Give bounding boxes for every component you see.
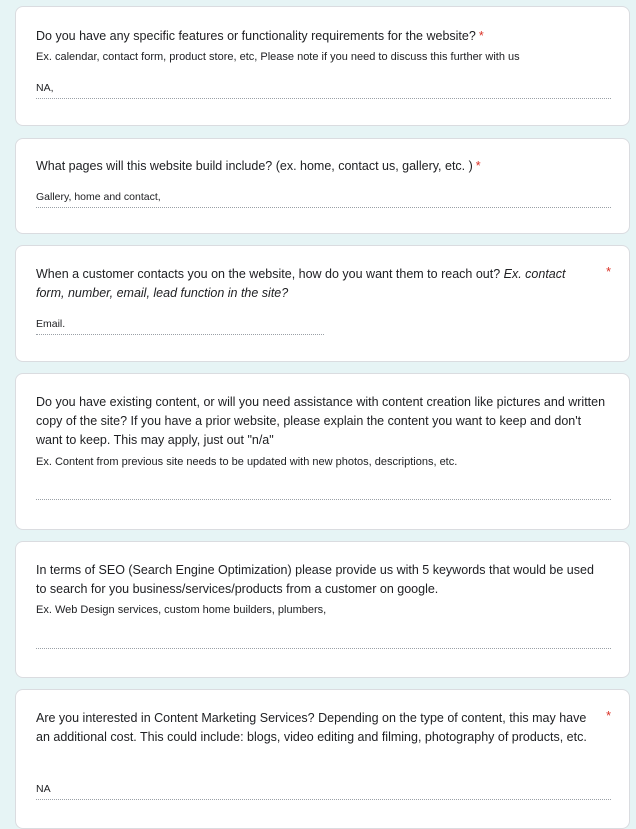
question-card-contact: When a customer contacts you on the webs… — [15, 245, 630, 362]
required-asterisk: * — [478, 29, 484, 43]
question-card-pages: What pages will this website build inclu… — [15, 138, 630, 234]
question-title: What pages will this website build inclu… — [36, 157, 596, 176]
question-title: In terms of SEO (Search Engine Optimizat… — [36, 561, 606, 599]
question-card-features: Do you have any specific features or fun… — [15, 6, 630, 126]
required-asterisk: * — [606, 265, 611, 279]
question-title: Do you have any specific features or fun… — [36, 27, 596, 46]
question-hint: Ex. Content from previous site needs to … — [36, 456, 458, 468]
question-hint: Ex. calendar, contact form, product stor… — [36, 51, 520, 63]
question-card-content: Do you have existing content, or will yo… — [15, 373, 630, 530]
question-text: What pages will this website build inclu… — [36, 159, 473, 173]
answer-input[interactable] — [36, 633, 611, 649]
question-title: Are you interested in Content Marketing … — [36, 709, 596, 747]
question-text: When a customer contacts you on the webs… — [36, 267, 501, 281]
answer-input[interactable] — [36, 484, 611, 500]
question-title: When a customer contacts you on the webs… — [36, 265, 581, 303]
required-asterisk: * — [606, 709, 611, 723]
question-text: Do you have any specific features or fun… — [36, 29, 476, 43]
answer-input[interactable]: NA — [36, 782, 611, 800]
required-asterisk: * — [475, 159, 481, 173]
question-text: Are you interested in Content Marketing … — [36, 711, 587, 744]
question-title: Do you have existing content, or will yo… — [36, 393, 606, 450]
question-hint: Ex. Web Design services, custom home bui… — [36, 604, 327, 616]
answer-input[interactable]: NA, — [36, 81, 611, 99]
answer-input[interactable]: Gallery, home and contact, — [36, 190, 611, 208]
question-card-seo: In terms of SEO (Search Engine Optimizat… — [15, 541, 630, 678]
question-card-content-marketing: Are you interested in Content Marketing … — [15, 689, 630, 829]
answer-input[interactable]: Email. — [36, 317, 324, 335]
question-text: In terms of SEO (Search Engine Optimizat… — [36, 563, 594, 596]
question-text: Do you have existing content, or will yo… — [36, 395, 606, 447]
